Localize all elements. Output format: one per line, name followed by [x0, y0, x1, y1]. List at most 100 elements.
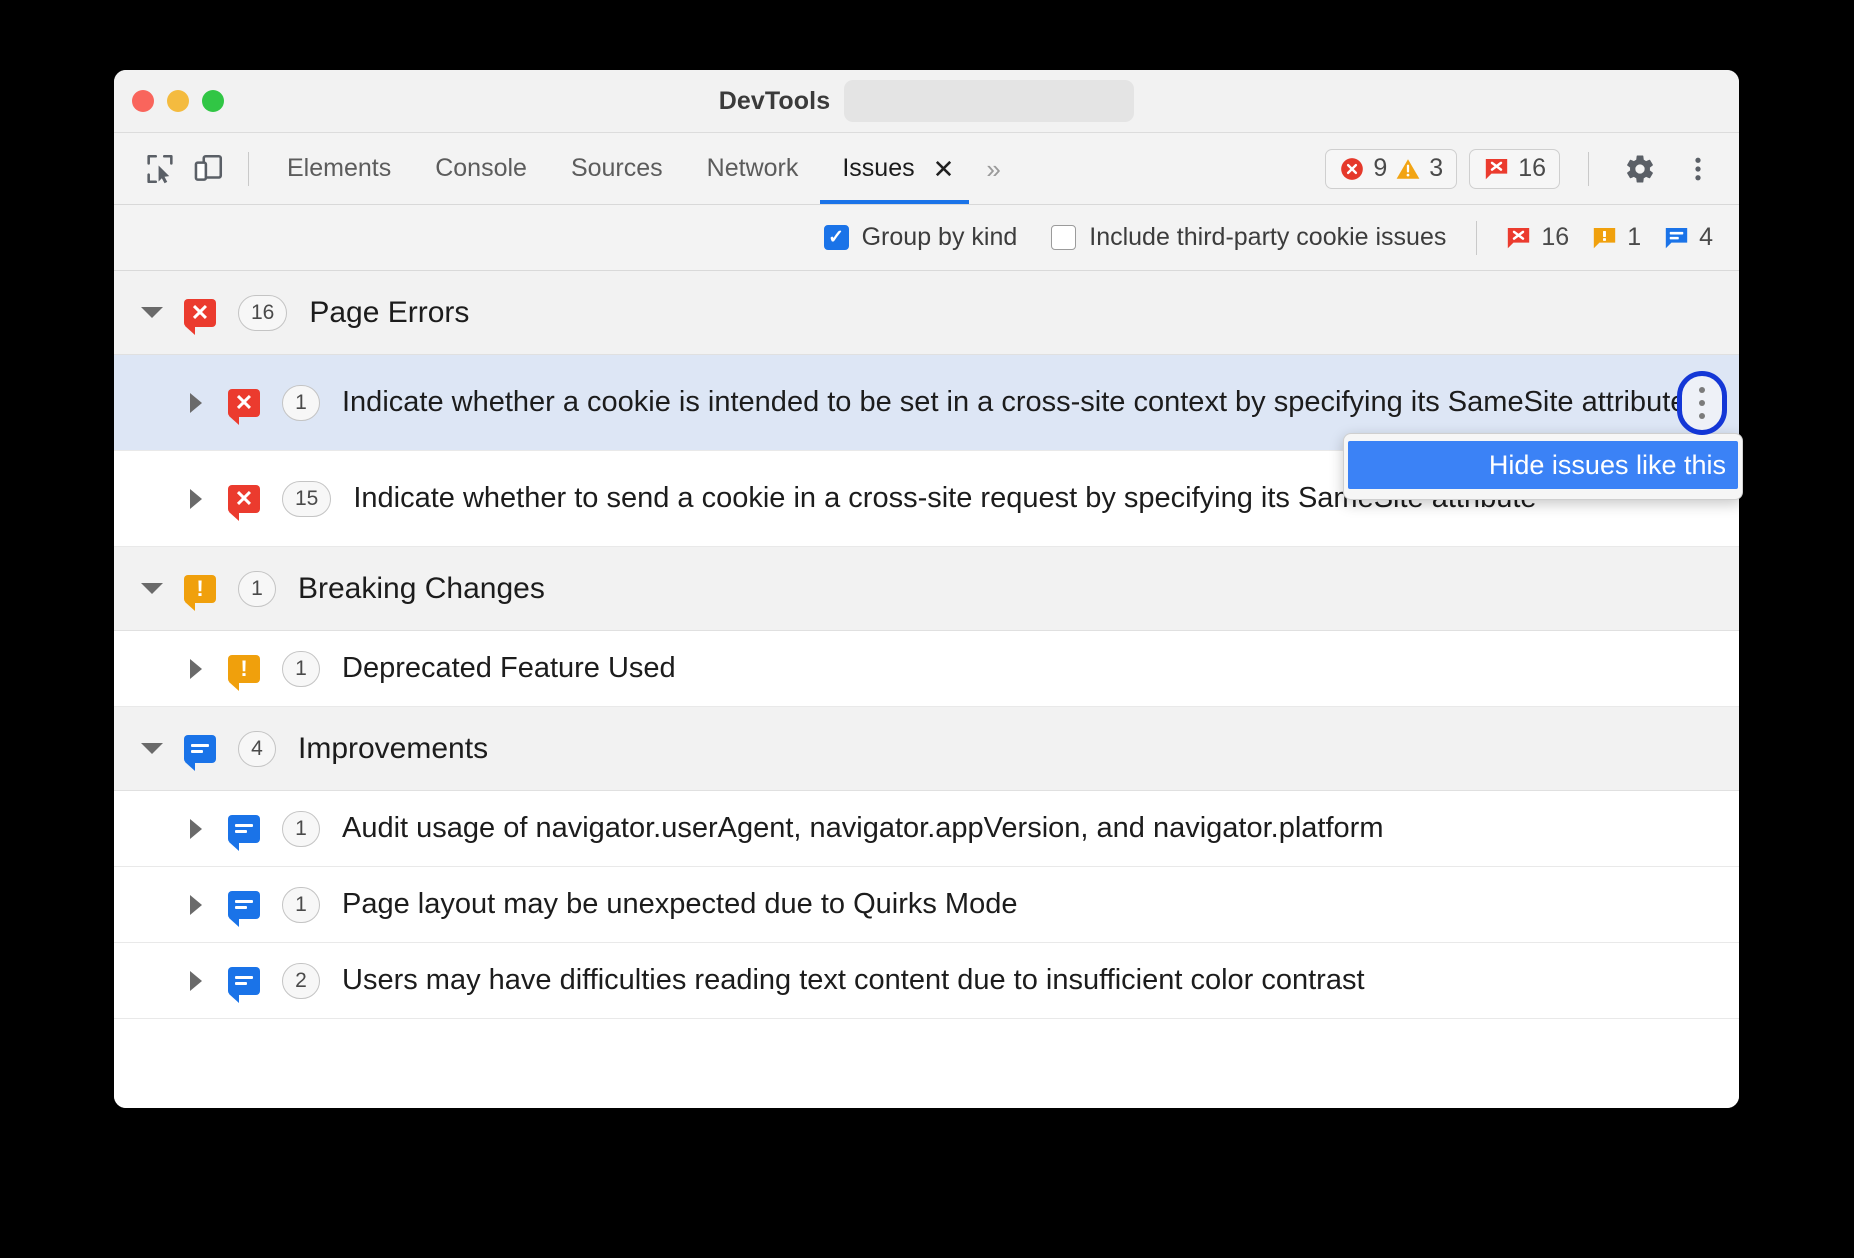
issue-count-badge: 2: [282, 963, 320, 999]
group-by-kind-checkbox-box[interactable]: ✓: [824, 225, 849, 250]
expand-toggle[interactable]: [182, 659, 210, 679]
tab-network-label: Network: [707, 154, 799, 183]
bubble-tail: [229, 416, 239, 425]
issue-warning-icon: !: [184, 575, 216, 603]
more-tabs-icon[interactable]: »: [968, 156, 1018, 182]
expand-toggle[interactable]: [138, 743, 166, 754]
console-counters[interactable]: 9 3: [1325, 149, 1457, 189]
chevron-right-icon: [190, 659, 202, 679]
devtools-window: DevTools: [114, 70, 1739, 1108]
x-glyph: ✕: [191, 302, 209, 324]
x-glyph: ✕: [235, 392, 253, 414]
check-icon: ✓: [828, 228, 844, 247]
inspect-element-icon: [143, 152, 177, 186]
window-titlebar: DevTools: [114, 70, 1739, 133]
bubble-tail: [229, 512, 239, 521]
chevron-down-icon: [141, 743, 163, 754]
device-toolbar-button[interactable]: [184, 145, 232, 193]
issue-info-icon: [1663, 224, 1690, 251]
issue-row[interactable]: 2 Users may have difficulties reading te…: [114, 943, 1739, 1019]
issue-title: Deprecated Feature Used: [342, 650, 716, 686]
expand-toggle[interactable]: [138, 307, 166, 318]
issue-title: Users may have difficulties reading text…: [342, 962, 1405, 998]
more-vertical-icon: [1683, 154, 1713, 184]
toolbar-divider: [248, 152, 249, 186]
maximize-window-button[interactable]: [202, 90, 224, 112]
third-party-cookie-label: Include third-party cookie issues: [1089, 223, 1446, 252]
close-tab-icon[interactable]: ✕: [923, 156, 965, 182]
group-count-badge: 1: [238, 571, 276, 607]
context-menu-item-hide-issues[interactable]: Hide issues like this: [1348, 441, 1738, 489]
expand-toggle[interactable]: [182, 971, 210, 991]
exclamation-glyph: !: [240, 658, 247, 680]
issue-warning-icon: !: [228, 655, 260, 683]
issue-info-icon: [228, 891, 260, 919]
tab-console[interactable]: Console: [413, 133, 549, 204]
tab-issues[interactable]: Issues: [820, 133, 922, 204]
expand-toggle[interactable]: [182, 489, 210, 509]
issues-list: ✕ 16 Page Errors ✕ 1 Indicate whether a …: [114, 271, 1739, 1108]
issue-row[interactable]: ! 1 Deprecated Feature Used: [114, 631, 1739, 707]
settings-button[interactable]: [1617, 146, 1663, 192]
more-vertical-icon-dot: [1699, 387, 1705, 393]
group-by-kind-checkbox[interactable]: ✓ Group by kind: [824, 223, 1018, 252]
group-header-improvements[interactable]: 4 Improvements: [114, 707, 1739, 791]
tab-sources-label: Sources: [571, 154, 663, 183]
active-tab-underline: [820, 200, 968, 204]
tab-elements-label: Elements: [287, 154, 391, 183]
tab-network[interactable]: Network: [685, 133, 821, 204]
lines-glyph: [235, 824, 253, 833]
expand-toggle[interactable]: [182, 895, 210, 915]
group-title: Improvements: [298, 732, 488, 766]
lines-glyph: [235, 900, 253, 909]
gear-icon: [1624, 153, 1656, 185]
tab-elements[interactable]: Elements: [265, 133, 413, 204]
issue-warning-icon: [1591, 224, 1618, 251]
issue-row[interactable]: 1 Page layout may be unexpected due to Q…: [114, 867, 1739, 943]
close-window-button[interactable]: [132, 90, 154, 112]
group-header-page-errors[interactable]: ✕ 16 Page Errors: [114, 271, 1739, 355]
x-glyph: ✕: [235, 488, 253, 510]
issue-count-badge: 15: [282, 481, 331, 517]
more-vertical-icon-dot: [1699, 413, 1705, 419]
tab-sources[interactable]: Sources: [549, 133, 685, 204]
third-party-cookie-checkbox[interactable]: Include third-party cookie issues: [1051, 223, 1446, 252]
issues-counter[interactable]: 16: [1469, 149, 1560, 189]
filter-error-count-value: 16: [1541, 223, 1569, 252]
devtools-tabstrip: Elements Console Sources Network Issues …: [114, 133, 1739, 205]
console-error-count: 9: [1373, 154, 1387, 183]
tab-console-label: Console: [435, 154, 527, 183]
chevron-down-icon: [141, 583, 163, 594]
minimize-window-button[interactable]: [167, 90, 189, 112]
issues-filterbar: ✓ Group by kind Include third-party cook…: [114, 205, 1739, 271]
inspect-element-button[interactable]: [136, 145, 184, 193]
screenshot-root: DevTools: [0, 0, 1854, 1258]
main-menu-button[interactable]: [1675, 146, 1721, 192]
filter-warning-count-value: 1: [1627, 223, 1641, 252]
filter-warning-count: 1: [1591, 223, 1641, 252]
filter-error-count: 16: [1505, 223, 1569, 252]
filter-info-count-value: 4: [1699, 223, 1713, 252]
group-title: Page Errors: [309, 296, 469, 330]
group-count-badge: 16: [238, 295, 287, 331]
bubble-tail: [229, 994, 239, 1003]
panel-tabs: Elements Console Sources Network Issues …: [265, 133, 1019, 204]
issue-title: Indicate whether a cookie is intended to…: [342, 384, 1726, 420]
issue-title: Audit usage of navigator.userAgent, navi…: [342, 810, 1423, 846]
expand-toggle[interactable]: [138, 583, 166, 594]
issue-row[interactable]: 1 Audit usage of navigator.userAgent, na…: [114, 791, 1739, 867]
issue-context-menu: Hide issues like this: [1343, 433, 1743, 500]
issue-kebab-button[interactable]: [1677, 371, 1727, 435]
exclamation-glyph: !: [196, 578, 203, 600]
group-count-badge: 4: [238, 731, 276, 767]
issue-info-icon: [228, 967, 260, 995]
third-party-cookie-checkbox-box[interactable]: [1051, 225, 1076, 250]
issue-error-icon: ✕: [228, 485, 260, 513]
group-header-breaking-changes[interactable]: ! 1 Breaking Changes: [114, 547, 1739, 631]
tab-issues-label: Issues: [842, 154, 914, 183]
toolbar-divider-2: [1588, 152, 1589, 186]
expand-toggle[interactable]: [182, 819, 210, 839]
console-warning-icon: [1395, 156, 1421, 182]
chevron-down-icon: [141, 307, 163, 318]
expand-toggle[interactable]: [182, 393, 210, 413]
